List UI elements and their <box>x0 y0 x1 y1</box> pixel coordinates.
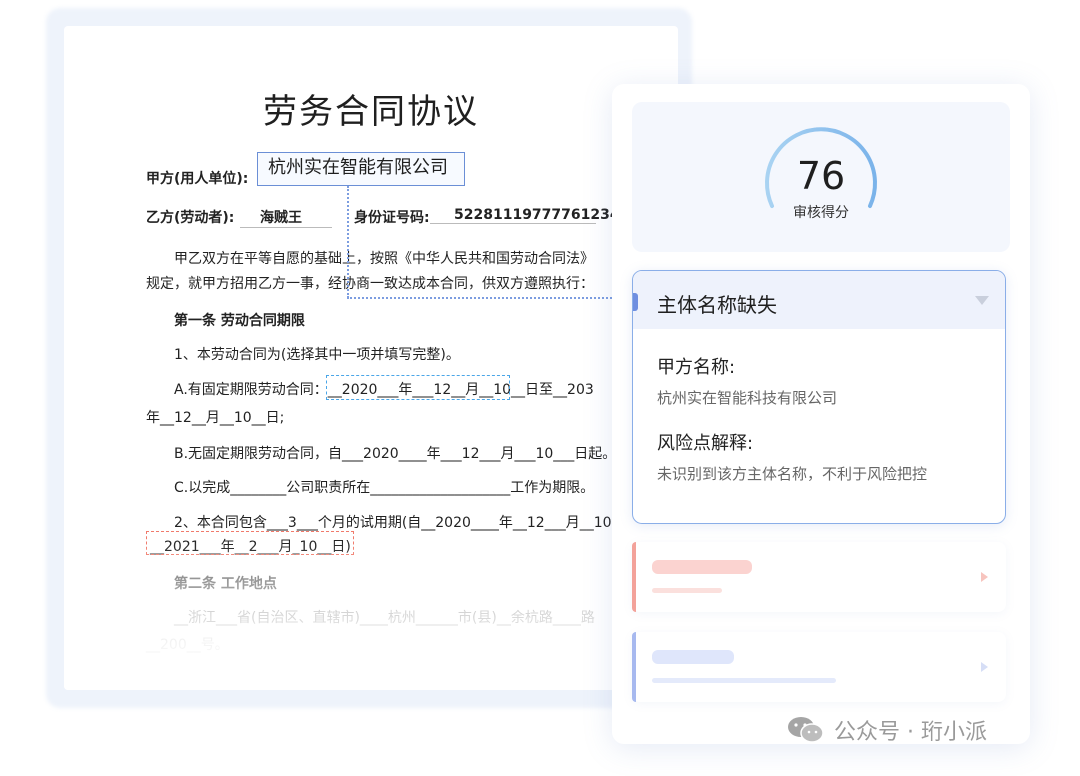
connector-vertical <box>347 186 349 298</box>
item-a-line2: 年__12__月__10__日; <box>146 410 285 426</box>
connector-horizontal <box>347 297 635 299</box>
id-value: 52281119777761234 <box>430 207 620 224</box>
document-title: 劳务合同协议 <box>263 92 479 132</box>
score-area: 76 审核得分 <box>632 102 1010 252</box>
article2-title: 第二条 工作地点 <box>174 576 277 592</box>
placeholder-title-bar <box>652 650 734 664</box>
watermark-text: 公众号 · 珩小派 <box>834 720 987 745</box>
risk-card-collapsed-blue[interactable] <box>632 632 1006 702</box>
risk-card-header[interactable]: 主体名称缺失 <box>633 271 1005 329</box>
trial-period-highlight[interactable] <box>146 531 354 555</box>
risk-title: 主体名称缺失 <box>657 293 777 317</box>
card-accent-red <box>632 542 636 612</box>
party-name-value: 杭州实在智能科技有限公司 <box>657 389 838 407</box>
item-b-text: B.无固定期限劳动合同，自___2020____年___12___月___10_… <box>174 446 617 462</box>
contract-document: 劳务合同协议 甲方(用人单位): 杭州实在智能有限公司 乙方(劳动者): 海贼王… <box>64 26 678 690</box>
risk-card-expanded[interactable]: 主体名称缺失 甲方名称: 杭州实在智能科技有限公司 风险点解释: 未识别到该方主… <box>632 270 1006 524</box>
item1-text: 1、本劳动合同为(选择其中一项并填写完整)。 <box>174 347 460 363</box>
item2-line1: 2、本合同包含___3___个月的试用期(自__2020____年__12___… <box>174 515 612 531</box>
party-b-value: 海贼王 <box>240 207 332 228</box>
explain-value: 未识别到该方主体名称，不利于风险把控 <box>657 465 928 483</box>
caret-down-icon[interactable] <box>975 296 989 305</box>
chevron-right-icon[interactable] <box>981 662 988 672</box>
placeholder-title-bar <box>652 560 752 574</box>
article1-title: 第一条 劳动合同期限 <box>174 313 305 329</box>
watermark: 公众号 · 珩小派 <box>786 714 987 746</box>
party-b-label: 乙方(劳动者): <box>146 210 235 226</box>
risk-card-collapsed-red[interactable] <box>632 542 1006 612</box>
id-label: 身份证号码: <box>354 210 430 226</box>
card-accent-blue <box>632 632 636 702</box>
date-range-highlight[interactable] <box>326 375 510 400</box>
placeholder-text-bar <box>652 588 722 593</box>
wechat-icon <box>788 717 824 743</box>
placeholder-text-bar <box>652 678 836 683</box>
address-line1: __浙江___省(自治区、直辖市)____杭州______市(县)__余杭路__… <box>174 610 595 626</box>
score-label: 审核得分 <box>793 205 849 221</box>
party-a-label: 甲方(用人单位): <box>146 171 249 187</box>
address-line2: __200__号。 <box>146 637 229 653</box>
party-name-label: 甲方名称: <box>657 357 736 378</box>
item-c-text: C.以完成________公司职责所在____________________工… <box>174 480 595 496</box>
risk-accent-bar <box>633 293 638 311</box>
explain-label: 风险点解释: <box>657 433 754 454</box>
party-a-highlight[interactable]: 杭州实在智能有限公司 <box>257 152 465 186</box>
para1-line2: 规定，就甲方招用乙方一事，经协商一致达成本合同，供双方遵照执行： <box>146 276 594 292</box>
score-value: 76 <box>796 154 846 198</box>
para1-line1: 甲乙双方在平等自愿的基础上，按照《中华人民共和国劳动合同法》 <box>174 251 594 267</box>
chevron-right-icon[interactable] <box>981 572 988 582</box>
